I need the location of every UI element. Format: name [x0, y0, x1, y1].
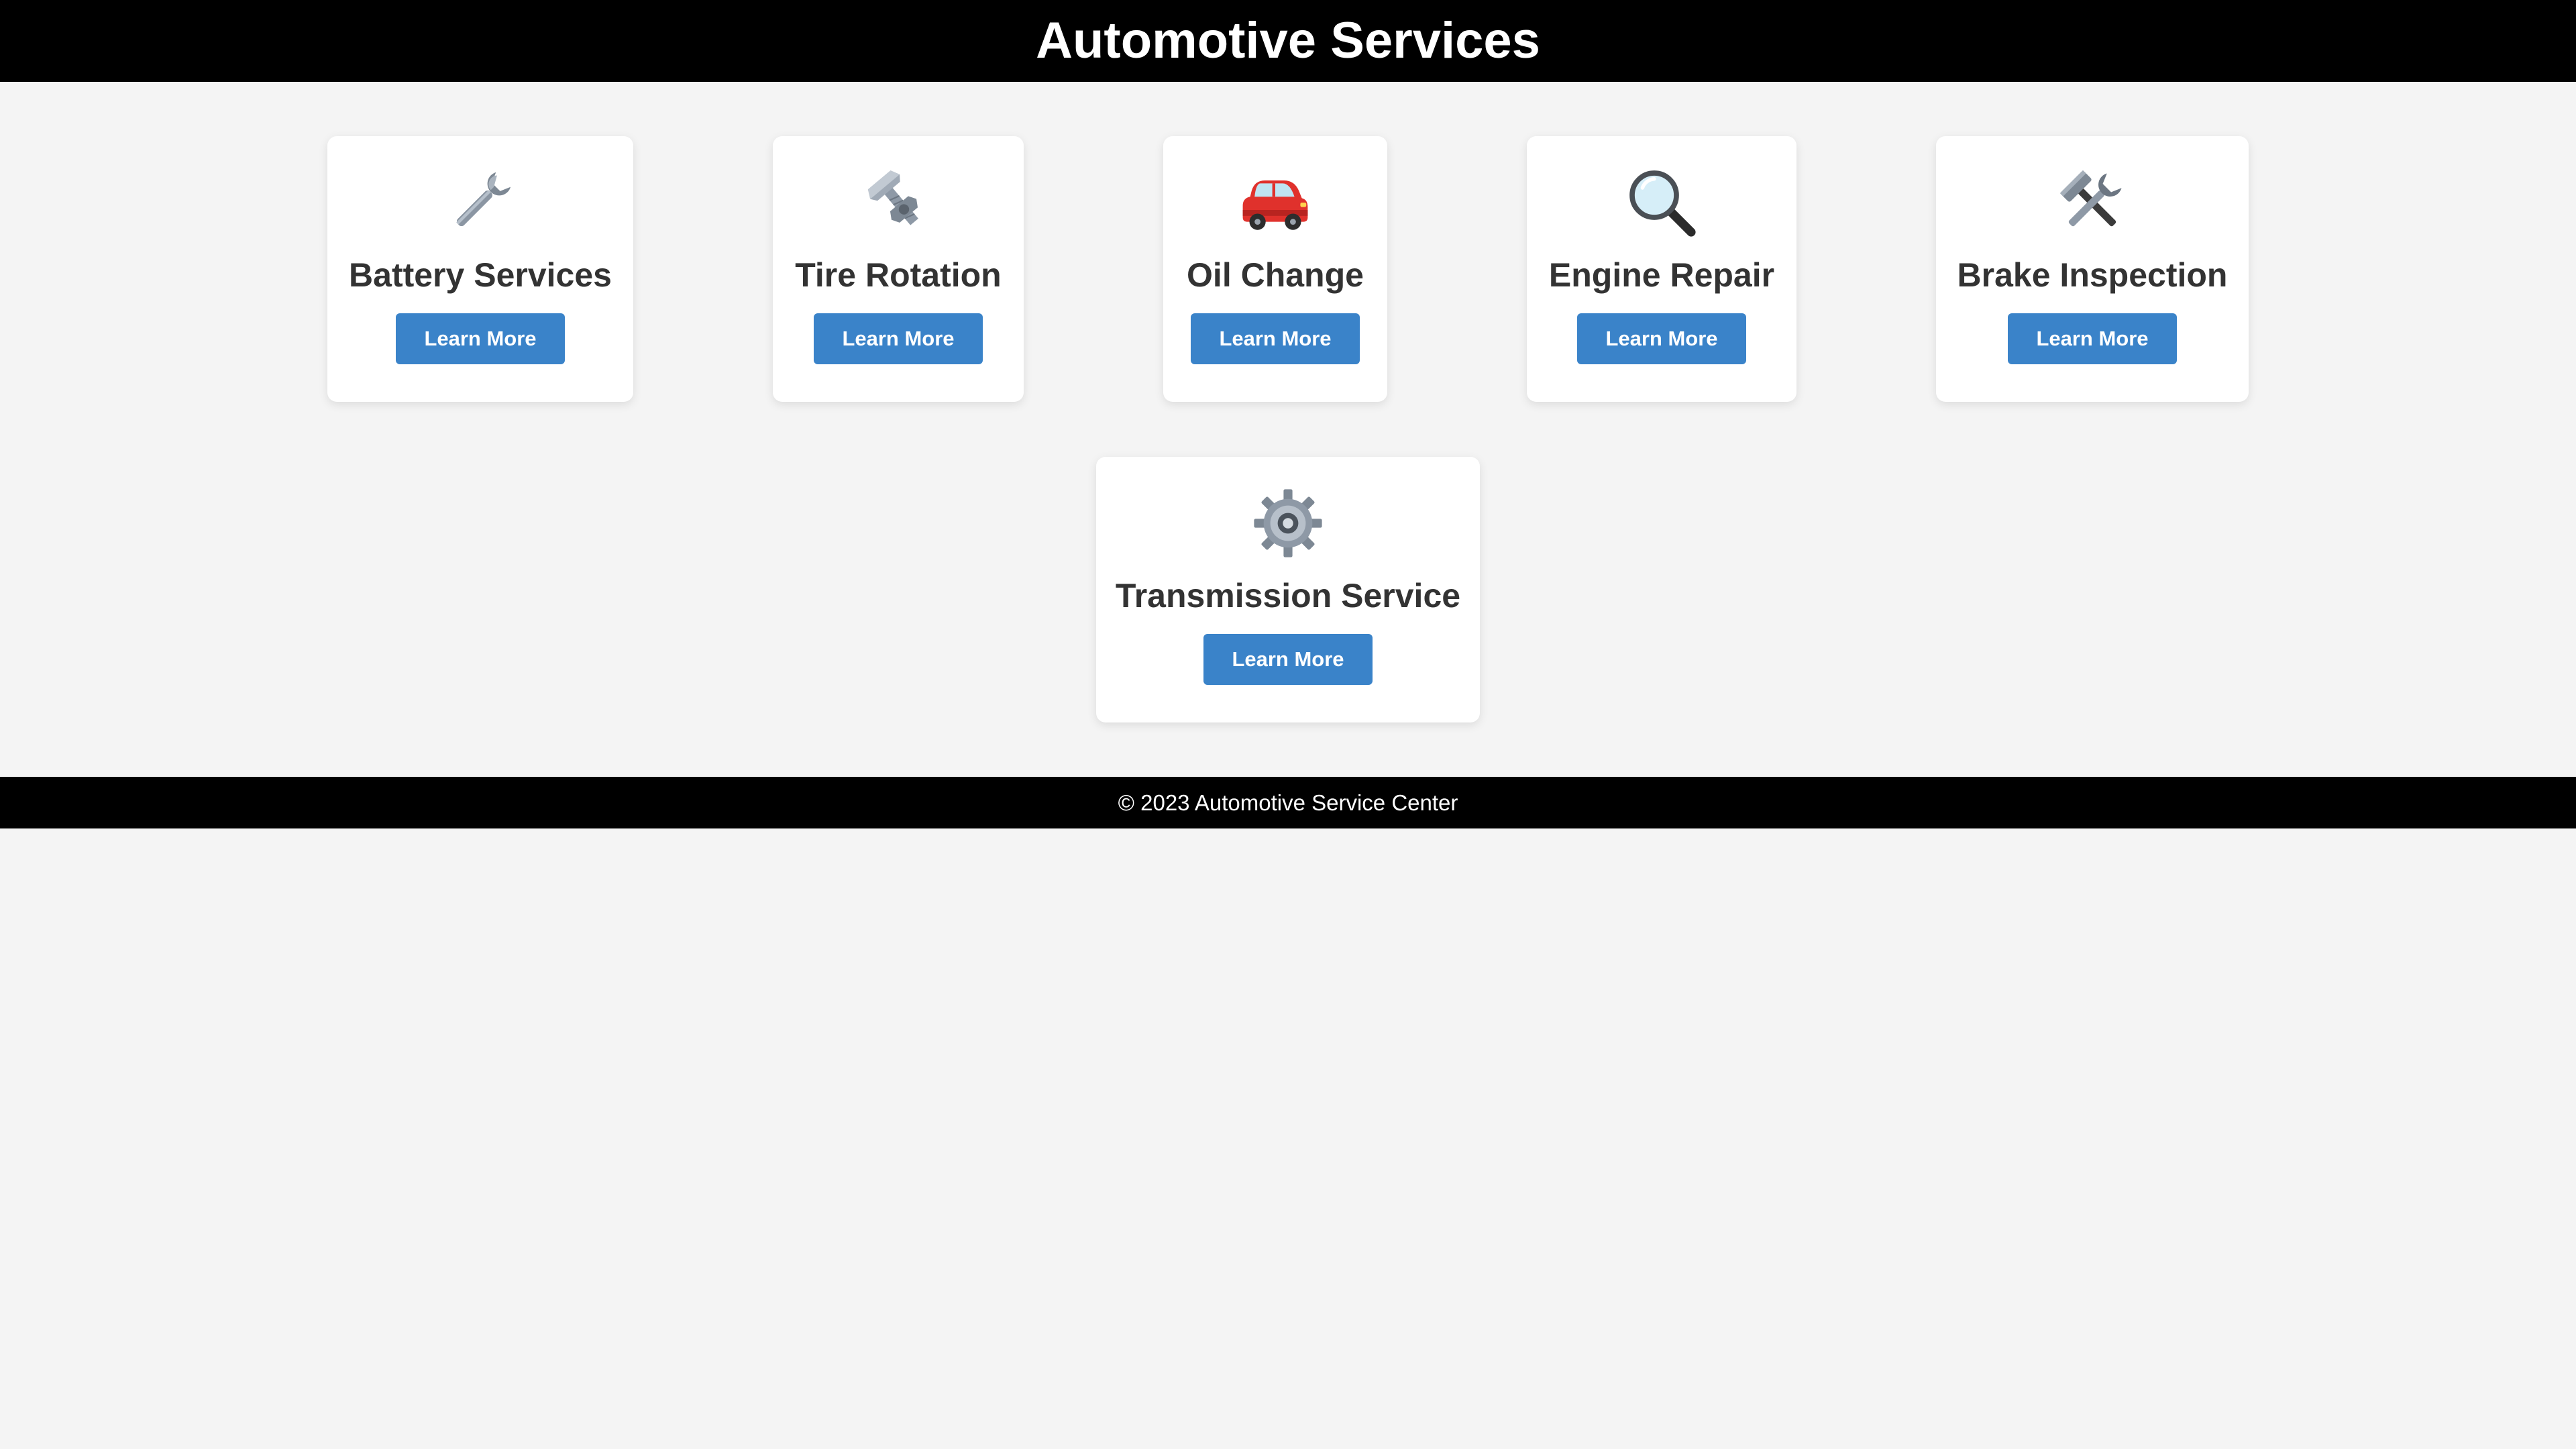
- service-title: Tire Rotation: [795, 256, 1002, 294]
- page-header: Automotive Services: [0, 0, 2576, 82]
- learn-more-button[interactable]: Learn More: [2008, 313, 2177, 364]
- service-card-engine-repair: Engine Repair Learn More: [1527, 136, 1796, 402]
- learn-more-button[interactable]: Learn More: [1191, 313, 1360, 364]
- service-card-transmission: Transmission Service Learn More: [1096, 457, 1480, 722]
- gear-icon: [1248, 486, 1328, 560]
- wrench-icon: [440, 166, 521, 239]
- learn-more-button[interactable]: Learn More: [396, 313, 565, 364]
- service-title: Brake Inspection: [1957, 256, 2228, 294]
- service-title: Battery Services: [349, 256, 612, 294]
- service-card-tire-rotation: Tire Rotation Learn More: [773, 136, 1024, 402]
- page-footer: © 2023 Automotive Service Center: [0, 777, 2576, 828]
- magnifying-glass-icon: [1621, 166, 1702, 239]
- hammer-and-wrench-icon: [2052, 166, 2133, 239]
- service-title: Engine Repair: [1548, 256, 1775, 294]
- car-icon: [1235, 166, 1316, 239]
- learn-more-button[interactable]: Learn More: [814, 313, 983, 364]
- learn-more-button[interactable]: Learn More: [1203, 634, 1373, 685]
- service-title: Oil Change: [1187, 256, 1364, 294]
- service-card-oil-change: Oil Change Learn More: [1163, 136, 1387, 402]
- page-title: Automotive Services: [1036, 12, 1540, 69]
- nut-and-bolt-icon: [858, 166, 938, 239]
- service-card-battery: Battery Services Learn More: [327, 136, 633, 402]
- learn-more-button[interactable]: Learn More: [1577, 313, 1746, 364]
- service-title: Transmission Service: [1115, 577, 1461, 614]
- service-card-brake-inspection: Brake Inspection Learn More: [1936, 136, 2249, 402]
- copyright-text: © 2023 Automotive Service Center: [1118, 790, 1458, 815]
